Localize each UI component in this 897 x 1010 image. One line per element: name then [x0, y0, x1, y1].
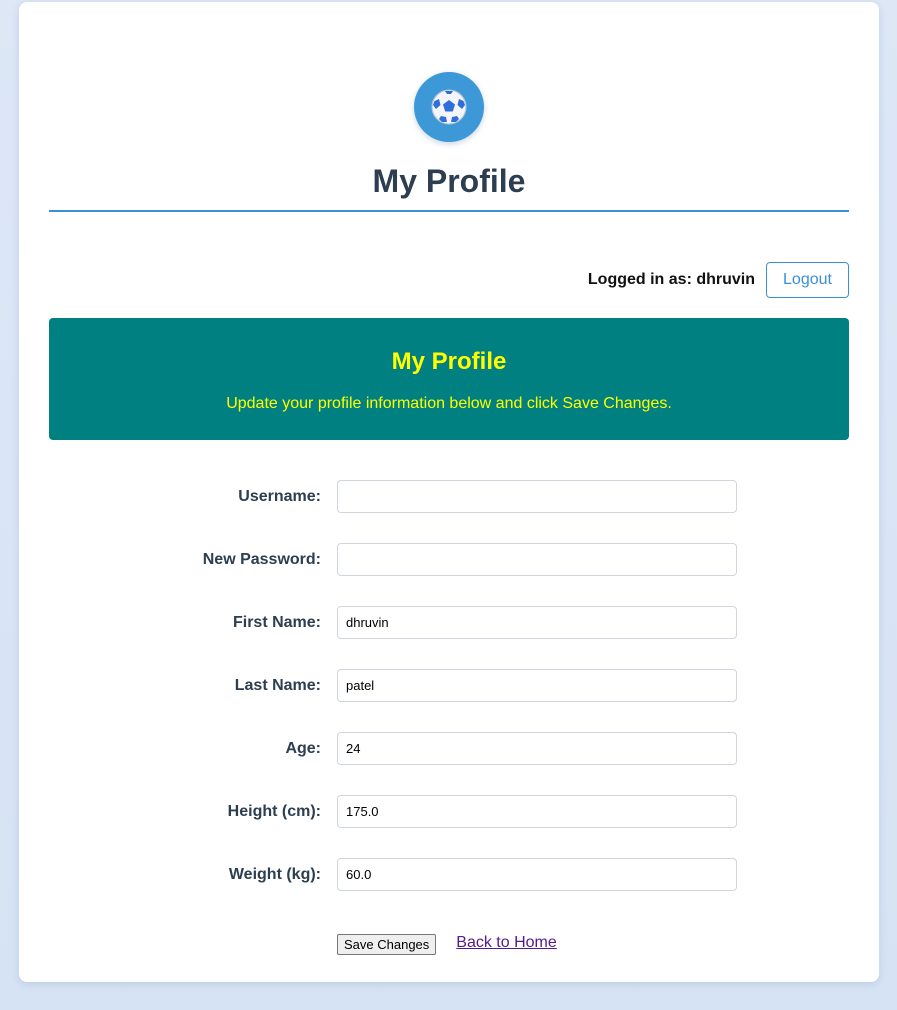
height-input[interactable] — [337, 795, 737, 828]
first-name-label: First Name: — [232, 614, 321, 631]
height-label: Height (cm): — [227, 803, 321, 820]
page-title: My Profile — [372, 163, 526, 199]
form-row-age: Age: — [19, 732, 879, 766]
username-input[interactable] — [337, 480, 737, 513]
username-label: Username: — [238, 488, 321, 505]
form-row-first-name: First Name: — [19, 606, 879, 640]
new-password-label: New Password: — [202, 551, 321, 568]
new-password-input[interactable] — [337, 543, 737, 576]
soccer-ball-icon — [431, 89, 467, 125]
logged-in-status: Logged in as: dhruvin — [587, 271, 755, 288]
save-changes-button[interactable]: Save Changes — [337, 934, 437, 955]
banner-text: Update your profile information below an… — [226, 395, 672, 412]
form-row-weight: Weight (kg): — [19, 858, 879, 892]
form-row-username: Username: — [19, 480, 879, 514]
profile-card: My Profile Logged in as: dhruvin Logout … — [19, 2, 879, 982]
last-name-input[interactable] — [337, 669, 737, 702]
age-label: Age: — [285, 740, 321, 757]
first-name-input[interactable] — [337, 606, 737, 639]
weight-label: Weight (kg): — [228, 866, 321, 883]
weight-input[interactable] — [337, 858, 737, 891]
form-row-height: Height (cm): — [19, 795, 879, 829]
profile-banner: My Profile Update your profile informati… — [49, 318, 849, 440]
form-row-new-password: New Password: — [19, 543, 879, 577]
age-input[interactable] — [337, 732, 737, 765]
form-row-last-name: Last Name: — [19, 669, 879, 703]
title-divider — [49, 210, 849, 212]
form-actions: Save Changes Back to Home — [337, 930, 557, 955]
last-name-label: Last Name: — [234, 677, 321, 694]
banner-title: My Profile — [391, 348, 507, 375]
logout-button[interactable]: Logout — [766, 262, 849, 298]
back-to-home-link[interactable]: Back to Home — [456, 934, 556, 952]
app-logo — [414, 72, 484, 142]
user-bar: Logged in as: dhruvin Logout — [588, 262, 849, 298]
